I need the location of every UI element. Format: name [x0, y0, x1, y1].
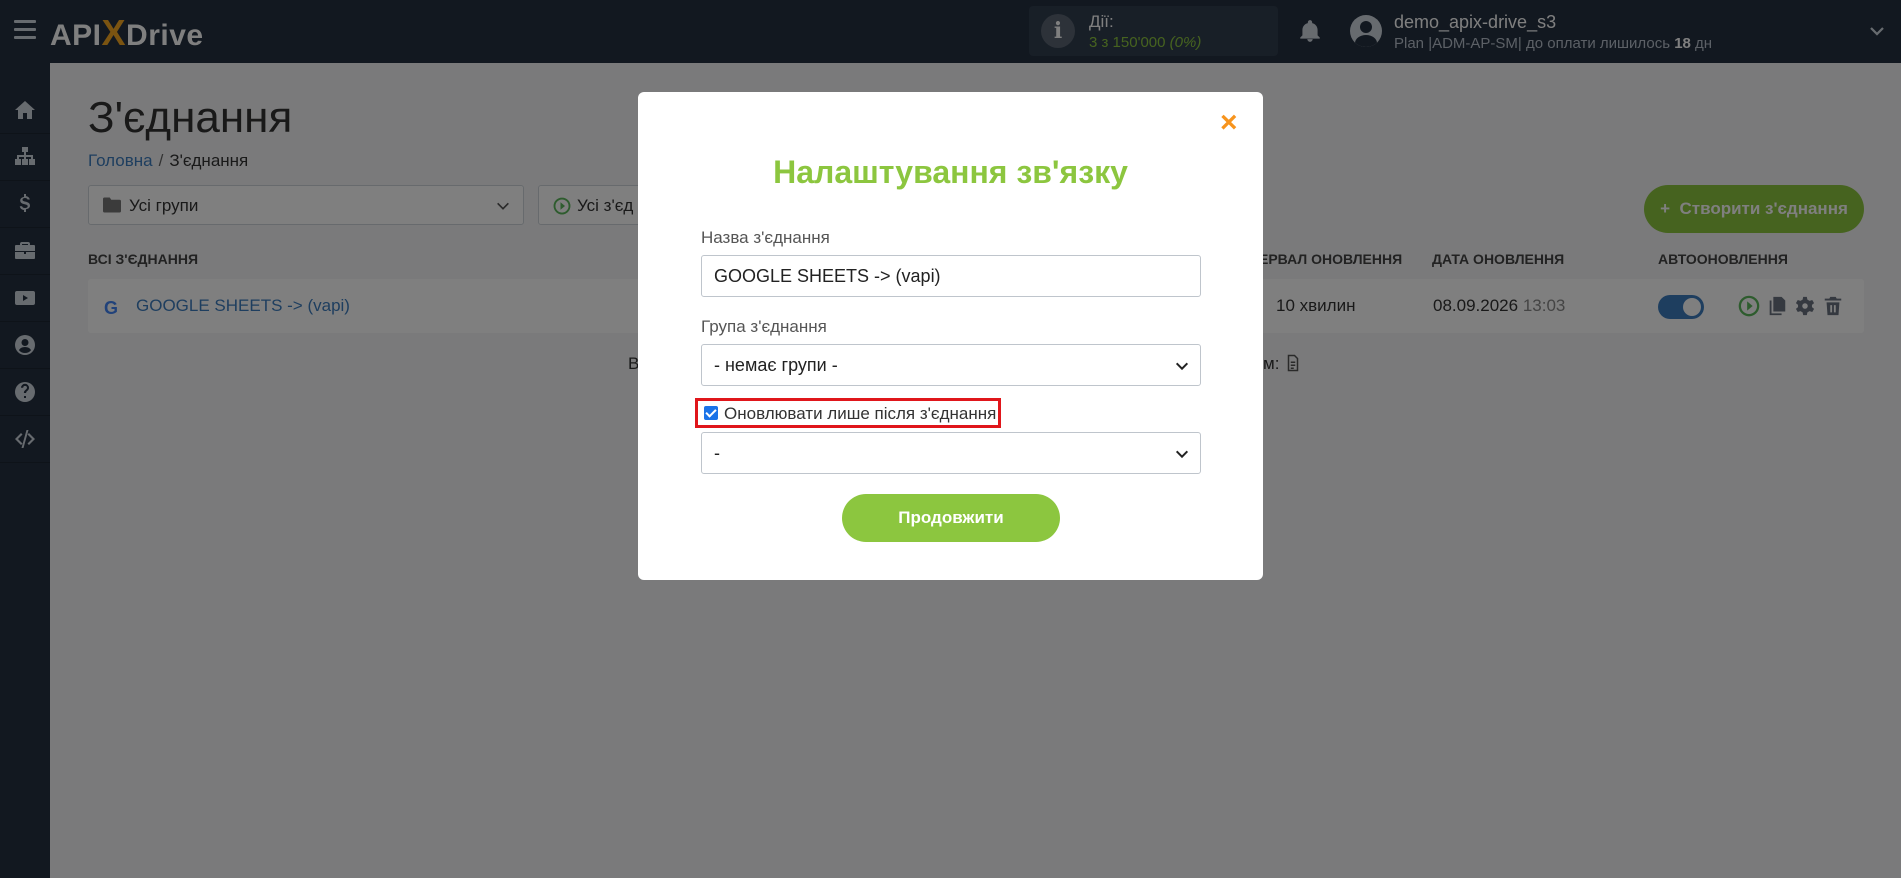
chevron-down-icon — [1175, 450, 1189, 459]
update-after-checkbox-highlight: Оновлювати лише після з'єднання — [695, 398, 1001, 428]
close-icon[interactable]: × — [1220, 108, 1238, 138]
after-connection-select[interactable]: - — [701, 432, 1201, 474]
group-label: Група з'єднання — [701, 317, 827, 336]
connection-settings-modal: × Налаштування зв'язку Назва з'єднання G… — [638, 92, 1263, 580]
group-select[interactable]: - немає групи - — [701, 344, 1201, 386]
modal-title: Налаштування зв'язку — [773, 154, 1128, 190]
update-after-label[interactable]: Оновлювати лише після з'єднання — [724, 404, 996, 424]
chevron-down-icon — [1175, 362, 1189, 371]
update-after-checkbox[interactable] — [704, 406, 718, 420]
name-label: Назва з'єднання — [701, 228, 830, 247]
continue-button[interactable]: Продовжити — [842, 494, 1060, 542]
connection-name-input[interactable]: GOOGLE SHEETS -> (vapi) — [701, 255, 1201, 297]
